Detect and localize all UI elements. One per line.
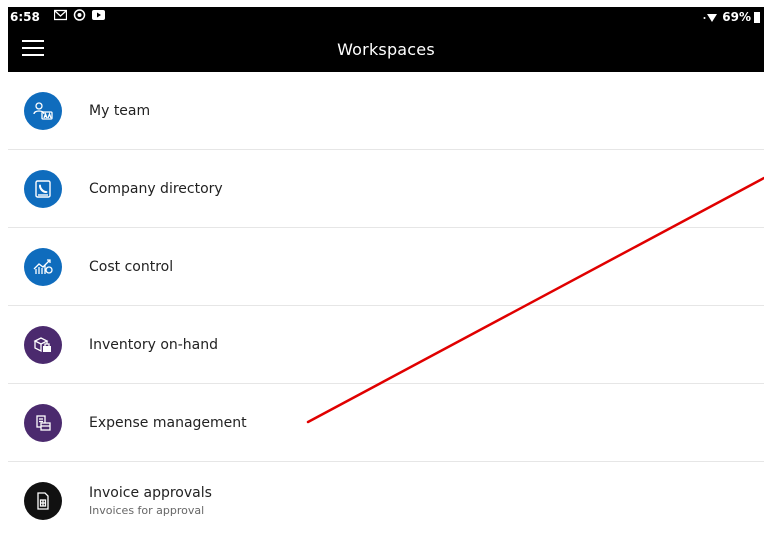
- media-icon: [92, 10, 105, 20]
- workspace-label: Inventory on-hand: [89, 336, 219, 353]
- workspace-list: My team Company directory Cost control I…: [8, 72, 764, 540]
- workspace-item-cost-control[interactable]: Cost control: [8, 228, 764, 306]
- chart-icon: [24, 247, 62, 286]
- gmail-icon: [54, 9, 67, 21]
- directory-icon: [24, 169, 62, 208]
- workspace-label: Expense management: [89, 414, 247, 431]
- page-title: Workspaces: [337, 40, 435, 59]
- workspace-label: Invoice approvals: [89, 485, 212, 501]
- workspace-label: Company directory: [89, 180, 223, 197]
- wifi-icon: [703, 14, 718, 22]
- workspace-item-company-directory[interactable]: Company directory: [8, 150, 764, 228]
- workspace-sublabel: Invoices for approval: [89, 504, 205, 517]
- workspace-item-expense-management[interactable]: Expense management: [8, 384, 764, 462]
- team-icon: [24, 91, 62, 130]
- sync-icon: [73, 9, 86, 21]
- workspace-label: Cost control: [89, 258, 174, 275]
- battery-percent: 69%: [722, 10, 751, 24]
- status-bar: 6:58 69%: [8, 7, 764, 28]
- status-notification-icons: [54, 9, 105, 21]
- status-time: 6:58: [10, 10, 40, 24]
- workspace-item-inventory-on-hand[interactable]: Inventory on-hand: [8, 306, 764, 384]
- inventory-icon: [24, 325, 62, 364]
- workspace-item-my-team[interactable]: My team: [8, 72, 764, 150]
- workspace-label: My team: [89, 102, 151, 119]
- battery-icon: [754, 12, 760, 23]
- app-bar: Workspaces: [8, 28, 764, 72]
- workspace-item-invoice-approvals[interactable]: Invoice approvals Invoices for approval: [8, 462, 764, 540]
- status-right: 69%: [703, 10, 760, 24]
- expense-icon: [24, 403, 62, 442]
- invoice-icon: [24, 482, 62, 520]
